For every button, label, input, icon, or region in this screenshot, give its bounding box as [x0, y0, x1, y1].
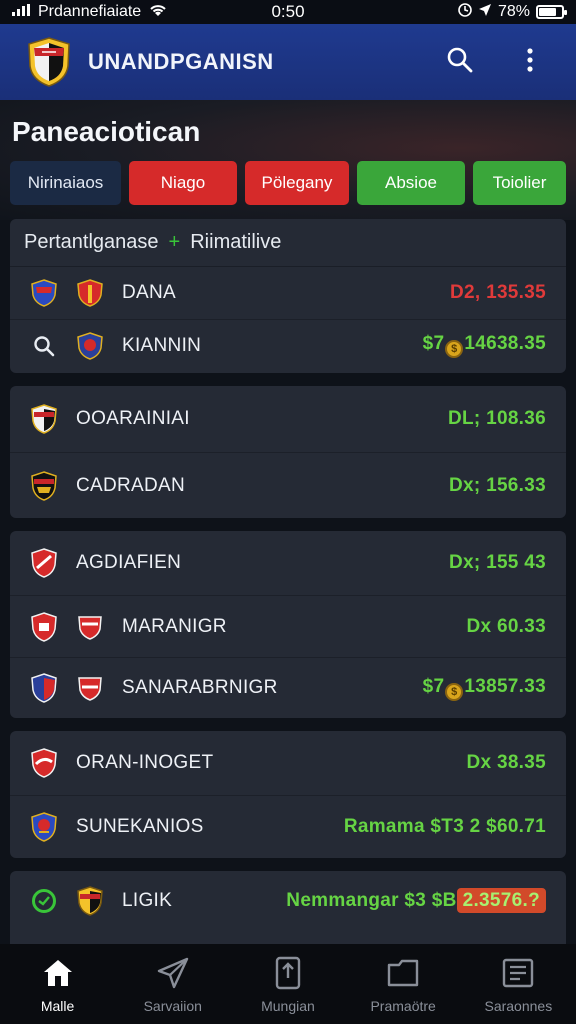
phone-upload-icon [271, 956, 305, 990]
section-header-right: Riimatilive [190, 231, 282, 253]
team-value: D2, 135.35 [450, 282, 546, 303]
section-card: AGDIAFIEN Dx; 155 43 MARANIGR Dx 60.33 S… [10, 531, 566, 718]
nav-item-home[interactable]: Malle [8, 956, 108, 1014]
plus-icon: + [168, 231, 181, 253]
alarm-icon [458, 2, 472, 22]
wifi-icon [149, 3, 167, 22]
list-item[interactable]: SUNEKANIOS Ramama $T3 2 $60.71 [10, 795, 566, 858]
coin-icon: $ [445, 682, 464, 701]
team-value: Dx 60.33 [466, 615, 546, 637]
check-circle-icon [30, 887, 58, 915]
shield-crest-icon [30, 279, 58, 307]
document-icon [501, 956, 535, 990]
home-icon [41, 956, 75, 990]
team-name: SANARABRNIGR [122, 677, 278, 698]
section-header: Pertantlganase + Riimatilive [10, 219, 566, 267]
shield-crest-icon [30, 611, 58, 642]
signal-icon [12, 3, 30, 21]
carrier-label: Prdannefiaiate [38, 3, 142, 20]
nav-label: Saraonnes [484, 998, 553, 1014]
section-card: Pertantlganase + Riimatilive DANA D2, 13… [10, 219, 566, 373]
list-item[interactable]: SANARABRNIGR $7 $13857.33 [10, 657, 566, 718]
search-icon [446, 46, 474, 79]
section-card: ORAN-INOGET Dx 38.35 SUNEKANIOS Ramama $… [10, 731, 566, 858]
nav-item-send[interactable]: Sarvaiion [123, 956, 223, 1014]
search-icon [30, 332, 58, 360]
team-value: $7 $13857.33 [423, 676, 546, 701]
coin-icon: $ [445, 340, 464, 358]
shield-crest-icon [76, 279, 104, 307]
section-card: OOARAINIAI DL; 108.36 CADRADAN Dx; 156.3… [10, 386, 566, 518]
nav-item-folder[interactable]: Pramaötre [353, 956, 453, 1014]
nav-item-document[interactable]: Saraonnes [468, 956, 568, 1014]
team-name: ORAN-INOGET [76, 752, 214, 773]
kebab-menu-icon [526, 47, 534, 78]
team-value: Dx; 156.33 [448, 474, 546, 496]
tab-2[interactable]: Pölegany [245, 161, 349, 205]
value-pill: 2.3576.? [456, 888, 546, 913]
team-value: Nemmangar $3 $B 2.3576.? [286, 888, 546, 913]
list-item[interactable]: CADRADAN Dx; 156.33 [10, 452, 566, 518]
nav-label: Pramaötre [370, 998, 436, 1014]
team-value: Dx; 155 43 [448, 552, 546, 573]
app-header: UNANDPGANISN [0, 24, 576, 100]
nav-label: Mungian [261, 998, 315, 1014]
tab-0[interactable]: Nirinaiaos [10, 161, 121, 205]
nav-item-phone[interactable]: Mungian [238, 956, 338, 1014]
page-title: Paneaciotican [12, 116, 201, 147]
folder-icon [386, 956, 420, 990]
shield-crest-icon [76, 613, 104, 641]
app-title: UNANDPGANISN [88, 49, 274, 74]
team-value: Dx 38.35 [466, 752, 546, 773]
list-item[interactable]: OOARAINIAI DL; 108.36 [10, 386, 566, 452]
list-item[interactable]: AGDIAFIEN Dx; 155 43 [10, 531, 566, 595]
battery-percent: 78% [497, 3, 530, 20]
shield-crest-icon [30, 470, 58, 501]
shield-logo-icon[interactable] [26, 36, 72, 88]
shield-crest-icon [30, 748, 58, 778]
team-name: MARANIGR [122, 615, 227, 637]
send-icon [156, 956, 190, 990]
list-item[interactable]: LIGIK Nemmangar $3 $B 2.3576.? [10, 871, 566, 931]
team-name: AGDIAFIEN [76, 552, 182, 573]
shield-crest-icon [30, 812, 58, 842]
tab-3[interactable]: Absioe [357, 161, 465, 205]
battery-icon [536, 5, 567, 19]
team-name: KIANNIN [122, 334, 202, 356]
more-options-button[interactable] [510, 42, 550, 82]
team-name: SUNEKANIOS [76, 816, 204, 837]
team-name: DANA [122, 282, 176, 303]
list-item[interactable]: KIANNIN $7 $14638.35 [10, 319, 566, 371]
location-icon [478, 3, 492, 22]
tab-1[interactable]: Niago [129, 161, 237, 205]
search-button[interactable] [440, 42, 480, 82]
shield-crest-icon [30, 548, 58, 578]
list-item[interactable]: ORAN-INOGET Dx 38.35 [10, 731, 566, 795]
nav-label: Sarvaiion [143, 998, 202, 1014]
team-value: Ramama $T3 2 $60.71 [343, 816, 546, 837]
team-value: $7 $14638.35 [423, 333, 546, 358]
shield-crest-icon [76, 674, 104, 702]
shield-crest-icon [30, 673, 58, 703]
shield-crest-icon [30, 404, 58, 434]
bottom-nav: Malle Sarvaiion Mungian Pramaötre Saraon… [0, 944, 576, 1024]
team-name: CADRADAN [76, 474, 186, 496]
shield-crest-icon [76, 886, 104, 916]
status-bar: Prdannefiaiate 0:50 78% [0, 0, 576, 24]
team-name: LIGIK [122, 890, 173, 911]
shield-crest-icon [76, 331, 104, 360]
team-value: DL; 108.36 [447, 408, 546, 429]
filter-tabs: Nirinaiaos Niago Pölegany Absioe Toiolie… [10, 161, 566, 205]
tab-4[interactable]: Toiolier [473, 161, 566, 205]
team-name: OOARAINIAI [76, 408, 190, 429]
section-header-left: Pertantlganase [24, 231, 159, 253]
section-card: LIGIK Nemmangar $3 $B 2.3576.? [10, 871, 566, 944]
nav-label: Malle [40, 998, 75, 1014]
list-item[interactable]: MARANIGR Dx 60.33 [10, 595, 566, 657]
list-item[interactable]: DANA D2, 135.35 [10, 267, 566, 319]
